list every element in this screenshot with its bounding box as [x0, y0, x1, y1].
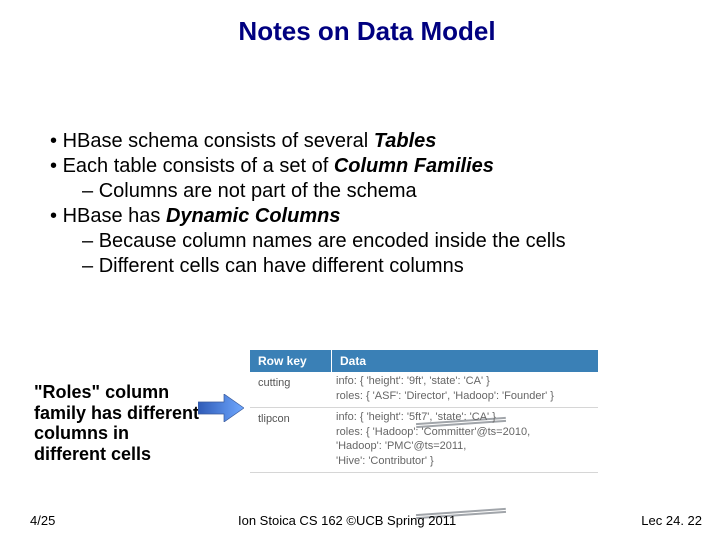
cell-rowkey: cutting: [250, 372, 332, 407]
data-line: info: { 'height': '9ft', 'state': 'CA' }: [336, 374, 594, 389]
subbullet-3b-text: Different cells can have different colum…: [99, 255, 464, 277]
data-line: info: { 'height': '5ft7', 'state': 'CA' …: [336, 410, 594, 425]
data-line: 'Hadoop': 'PMC'@ts=2011,: [336, 439, 594, 454]
bullet-2-text: Each table consists of a set of: [63, 155, 334, 177]
table-row: cutting info: { 'height': '9ft', 'state'…: [250, 372, 598, 408]
data-table: Row key Data cutting info: { 'height': '…: [250, 350, 598, 505]
callout-text: "Roles" column family has different colu…: [34, 382, 204, 465]
bullet-1-em: Tables: [374, 130, 437, 152]
data-line: roles: { 'Hadoop': 'Committer'@ts=2010,: [336, 425, 594, 440]
cell-data: info: { 'height': '9ft', 'state': 'CA' }…: [332, 372, 598, 407]
bullet-3: HBase has Dynamic Columns: [50, 204, 684, 229]
slide-content: HBase schema consists of several Tables …: [50, 129, 684, 279]
slide: Notes on Data Model HBase schema consist…: [0, 0, 720, 540]
subbullet-3b: Different cells can have different colum…: [82, 254, 684, 279]
bullet-1-text: HBase schema consists of several: [63, 130, 374, 152]
bullet-3-em: Dynamic Columns: [166, 205, 340, 227]
subbullet-3a: Because column names are encoded inside …: [82, 229, 684, 254]
slide-title: Notes on Data Model: [50, 16, 684, 47]
subbullet-3a-text: Because column names are encoded inside …: [99, 230, 566, 252]
bullet-2-em: Column Families: [334, 155, 494, 177]
bullet-list: HBase schema consists of several Tables …: [50, 129, 684, 279]
bullet-3-text: HBase has: [63, 205, 166, 227]
subbullet-2a: Columns are not part of the schema: [82, 179, 684, 204]
footer-date: 4/25: [30, 513, 55, 528]
bullet-2: Each table consists of a set of Column F…: [50, 154, 684, 179]
footer-center: Ion Stoica CS 162 ©UCB Spring 2011: [238, 513, 456, 528]
cell-rowkey: tlipcon: [250, 408, 332, 472]
data-line: roles: { 'ASF': 'Director', 'Hadoop': 'F…: [336, 389, 594, 404]
data-line: 'Hive': 'Contributor' }: [336, 454, 594, 469]
cell-data: info: { 'height': '5ft7', 'state': 'CA' …: [332, 408, 598, 472]
table-row: tlipcon info: { 'height': '5ft7', 'state…: [250, 408, 598, 473]
footer-slide-number: Lec 24. 22: [641, 513, 702, 528]
th-data: Data: [332, 350, 598, 372]
arrow-icon: [198, 394, 244, 422]
subbullet-2a-text: Columns are not part of the schema: [99, 180, 417, 202]
table-header: Row key Data: [250, 350, 598, 372]
th-rowkey: Row key: [250, 350, 332, 372]
bullet-1: HBase schema consists of several Tables: [50, 129, 684, 154]
